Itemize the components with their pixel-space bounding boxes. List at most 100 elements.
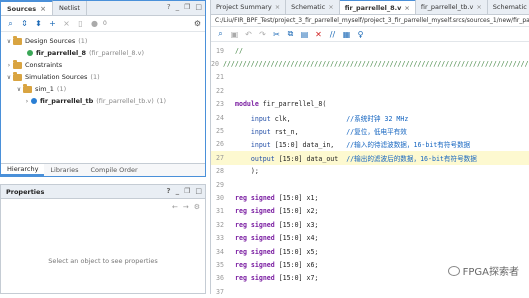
code-line[interactable]: 33 reg signed [15:0] x4; xyxy=(211,231,529,244)
code-line[interactable]: 30 reg signed [15:0] x1; xyxy=(211,191,529,204)
tab-libraries[interactable]: Libraries xyxy=(44,164,84,176)
tab-fir-parrellel-tb[interactable]: fir_parrellel_tb.v × xyxy=(416,0,488,14)
undo-icon[interactable]: ↶ xyxy=(243,29,254,40)
close-icon[interactable]: × xyxy=(275,3,280,11)
tree-item-constraints[interactable]: › Constraints xyxy=(1,59,205,71)
tab-project-summary[interactable]: Project Summary × xyxy=(211,0,287,14)
line-number: 22 xyxy=(216,86,224,95)
line-number: 28 xyxy=(216,167,224,176)
tab-fir-parrellel-8[interactable]: fir_parrellel_8.v × xyxy=(339,0,416,14)
tree-item-simulation-sources[interactable]: ∨ Simulation Sources (1) xyxy=(1,71,205,83)
comment-icon[interactable]: // xyxy=(327,29,338,40)
chevron-down-icon[interactable]: ∨ xyxy=(15,86,23,93)
toggle-view-icon[interactable]: ▦ xyxy=(341,29,352,40)
code-line[interactable]: 34 reg signed [15:0] x5; xyxy=(211,245,529,258)
forward-arrow-icon[interactable]: → xyxy=(183,203,189,211)
tab-hierarchy[interactable]: Hierarchy xyxy=(1,164,45,176)
redo-icon[interactable]: ↷ xyxy=(257,29,268,40)
delete-icon[interactable]: ✕ xyxy=(313,29,324,40)
code-text: reg signed [15:0] x1; xyxy=(235,193,319,202)
settings-gear-icon[interactable]: ⚙ xyxy=(194,19,201,28)
minimize-icon[interactable]: _ xyxy=(176,3,180,11)
close-icon[interactable]: × xyxy=(476,3,481,11)
code-line[interactable]: 23 module fir_parrellel_8( xyxy=(211,98,529,111)
help-icon[interactable]: ? xyxy=(167,3,171,11)
code-line[interactable]: 19 // xyxy=(211,44,529,57)
collapse-all-icon[interactable]: ⇕ xyxy=(19,18,30,29)
add-sources-icon[interactable]: + xyxy=(47,18,58,29)
close-icon[interactable]: × xyxy=(328,3,333,11)
verilog-file-icon xyxy=(27,50,33,56)
tree-item-fir-parrellel-tb[interactable]: › fir_parrellel_tb (fir_parrellel_tb.v) … xyxy=(1,95,205,107)
tab-label: Sources xyxy=(7,4,37,13)
sources-tabstrip: Sources × Netlist ? _ ❐ □ xyxy=(1,0,205,16)
remove-icon[interactable]: × xyxy=(61,18,72,29)
tree-item-label: Design Sources xyxy=(25,37,76,45)
watermark-text: FPGA探索者 xyxy=(462,267,519,278)
line-number: 23 xyxy=(216,100,224,109)
tree-item-design-sources[interactable]: ∨ Design Sources (1) xyxy=(1,35,205,47)
code-text: ); xyxy=(235,167,259,176)
tab-schematic-2[interactable]: Schematic (2) × xyxy=(488,0,529,14)
copy-icon[interactable]: ⧉ xyxy=(285,29,296,40)
code-line[interactable]: 24 input clk, //系统时钟 32 MHz xyxy=(211,111,529,124)
tree-item-sim-1[interactable]: ∨ sim_1 (1) xyxy=(1,83,205,95)
properties-panel: Properties ? _ ❐ □ ← → ⚙ Select an objec… xyxy=(0,184,206,294)
code-text: reg signed [15:0] x3; xyxy=(235,220,319,229)
cut-icon[interactable]: ✂ xyxy=(271,29,282,40)
search-icon[interactable]: ⌕ xyxy=(215,29,226,40)
file-icon[interactable]: ▯ xyxy=(75,18,86,29)
code-text: reg signed [15:0] x7; xyxy=(235,274,319,283)
code-line[interactable]: 31 reg signed [15:0] x2; xyxy=(211,205,529,218)
code-line[interactable]: 26 input [15:0] data_in, //输入的待滤波数据，16-b… xyxy=(211,138,529,151)
code-line[interactable]: 25 input rst_n, //复位，低电平有效 xyxy=(211,124,529,137)
bulb-icon[interactable]: ♀ xyxy=(355,29,366,40)
tab-schematic[interactable]: Schematic × xyxy=(286,0,340,14)
line-number: 21 xyxy=(216,73,224,82)
paste-icon[interactable]: ▤ xyxy=(299,29,310,40)
line-number: 35 xyxy=(216,260,224,269)
tab-compile-order[interactable]: Compile Order xyxy=(85,164,144,176)
code-text: // xyxy=(235,46,243,55)
line-number: 32 xyxy=(216,220,224,229)
line-number: 20 xyxy=(211,60,219,69)
watermark: FPGA探索者 xyxy=(447,263,519,278)
close-icon[interactable]: × xyxy=(40,5,46,13)
code-line[interactable]: 21 xyxy=(211,71,529,84)
code-line[interactable]: 20//////////////////////////////////////… xyxy=(211,57,529,70)
tab-sources[interactable]: Sources × xyxy=(1,0,53,15)
chevron-right-icon[interactable]: › xyxy=(23,98,31,105)
restore-icon[interactable]: ❐ xyxy=(184,187,190,195)
code-line[interactable]: 37 xyxy=(211,285,529,298)
maximize-icon[interactable]: □ xyxy=(195,187,202,195)
code-line[interactable]: 28 ); xyxy=(211,165,529,178)
chevron-down-icon[interactable]: ∨ xyxy=(5,38,13,45)
code-text: reg signed [15:0] x5; xyxy=(235,247,319,256)
code-line[interactable]: 29 xyxy=(211,178,529,191)
expand-all-icon[interactable]: ⬍ xyxy=(33,18,44,29)
code-text: reg signed [15:0] x2; xyxy=(235,207,319,216)
tree-item-label: fir_parrellel_8 xyxy=(36,49,86,57)
minimize-icon[interactable]: _ xyxy=(176,187,180,195)
code-line[interactable]: 27 output [15:0] data_out //输出的滤波后的数据，16… xyxy=(211,151,529,165)
chevron-right-icon[interactable]: › xyxy=(5,62,13,69)
properties-toolbar: ← → ⚙ xyxy=(1,199,205,214)
close-icon[interactable]: × xyxy=(404,4,409,12)
restore-icon[interactable]: ❐ xyxy=(184,3,190,11)
maximize-icon[interactable]: □ xyxy=(195,3,202,11)
code-area[interactable]: 19 // 20//////////////////////////////////… xyxy=(211,44,529,298)
line-number: 31 xyxy=(216,207,224,216)
tab-netlist[interactable]: Netlist xyxy=(53,1,87,15)
chevron-down-icon[interactable]: ∨ xyxy=(5,74,13,81)
settings-gear-icon[interactable]: ⚙ xyxy=(194,203,200,211)
code-line[interactable]: 22 xyxy=(211,84,529,97)
code-line[interactable]: 32 reg signed [15:0] x3; xyxy=(211,218,529,231)
search-icon[interactable]: ⌕ xyxy=(5,18,16,29)
tree-item-label: Constraints xyxy=(25,61,63,69)
code-text: ////////////////////////////////////////… xyxy=(222,60,529,69)
save-icon[interactable]: ▣ xyxy=(229,29,240,40)
help-icon[interactable]: ? xyxy=(167,187,171,195)
tree-item-fir-parrellel-8[interactable]: fir_parrellel_8 (fir_parrellel_8.v) xyxy=(1,47,205,59)
file-path: C:/Liu/FIR_BPF_Test/project_3_fir_parrel… xyxy=(211,15,529,27)
back-arrow-icon[interactable]: ← xyxy=(172,203,178,211)
